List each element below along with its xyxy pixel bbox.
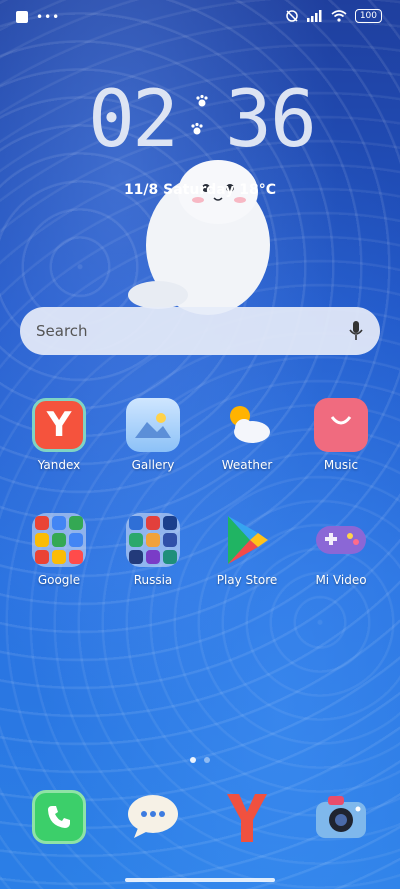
app-music[interactable]: Music	[301, 398, 381, 472]
app-yandex[interactable]: Y Yandex	[19, 398, 99, 472]
wifi-icon	[331, 10, 347, 22]
weather-icon	[220, 398, 274, 452]
yandex-browser-icon	[220, 790, 274, 844]
play-store-icon	[220, 513, 274, 567]
phone-icon	[32, 790, 86, 844]
russia-folder-icon	[126, 513, 180, 567]
paw-icon	[191, 122, 203, 135]
dock-messages[interactable]	[113, 790, 193, 844]
alarm-off-icon	[286, 10, 298, 22]
signal-icon	[306, 10, 322, 22]
app-label: Yandex	[37, 458, 81, 472]
notification-icon	[16, 11, 28, 23]
app-label: Music	[323, 458, 359, 472]
messages-icon	[126, 790, 180, 844]
google-folder-icon	[32, 513, 86, 567]
date-weather-line[interactable]: 11/8 Saturday 18°C	[0, 182, 400, 198]
app-label: Gallery	[131, 458, 175, 472]
app-label: Russia	[133, 573, 173, 587]
dock-yandex-browser[interactable]	[207, 790, 287, 844]
gallery-icon	[126, 398, 180, 452]
app-mi-video[interactable]: Mi Video	[301, 513, 381, 587]
home-gesture-bar[interactable]	[125, 878, 275, 882]
app-label: Google	[37, 573, 81, 587]
dock-phone[interactable]	[19, 790, 99, 844]
app-label: Mi Video	[315, 573, 367, 587]
microphone-icon[interactable]	[348, 320, 364, 342]
app-play-store[interactable]: Play Store	[207, 513, 287, 587]
clock-minute-ones: 6	[270, 75, 317, 165]
clock-minute-tens: 3	[225, 75, 272, 165]
music-icon	[314, 398, 368, 452]
battery-indicator: 100	[354, 9, 382, 23]
clock-widget[interactable]: 0 2 3 6	[0, 80, 400, 160]
paw-icon	[196, 94, 208, 107]
page-dot-active	[190, 757, 196, 763]
page-dot	[204, 757, 210, 763]
camera-icon	[314, 790, 368, 844]
clock-hour-ones: 2	[132, 75, 179, 165]
status-bar: ••• 100	[0, 0, 400, 34]
game-controller-icon	[314, 513, 368, 567]
seal-illustration	[128, 160, 270, 315]
search-placeholder: Search	[36, 322, 88, 340]
app-label: Weather	[221, 458, 273, 472]
app-label: Play Store	[216, 573, 278, 587]
app-gallery[interactable]: Gallery	[113, 398, 193, 472]
more-notifications-icon: •••	[36, 10, 61, 24]
app-weather[interactable]: Weather	[207, 398, 287, 472]
yandex-icon: Y	[32, 398, 86, 452]
clock-hour-tens: 0	[88, 75, 135, 165]
page-indicator[interactable]	[0, 757, 400, 763]
dock-camera[interactable]	[301, 790, 381, 844]
search-bar[interactable]: Search	[20, 307, 380, 355]
folder-russia[interactable]: Russia	[113, 513, 193, 587]
folder-google[interactable]: Google	[19, 513, 99, 587]
